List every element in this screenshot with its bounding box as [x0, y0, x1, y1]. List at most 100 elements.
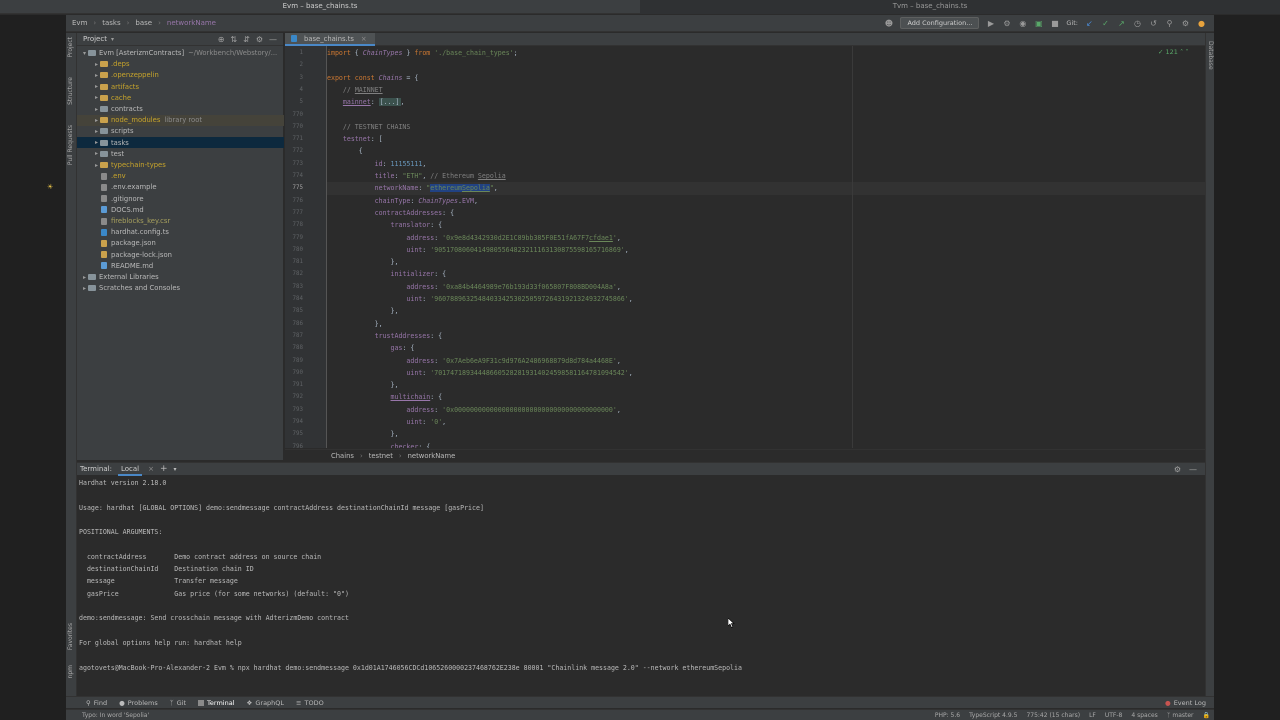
- code-line[interactable]: mainnet: [...],: [327, 96, 404, 108]
- code-line[interactable]: },: [327, 305, 399, 317]
- tree-item[interactable]: ▸ Scratches and Consoles: [77, 283, 284, 294]
- chevron-right-icon[interactable]: ▸: [93, 128, 100, 135]
- code-line[interactable]: },: [327, 318, 383, 330]
- nav-crumb-folder[interactable]: tasks: [102, 19, 120, 27]
- code-line[interactable]: address: '0x0000000000000000000000000000…: [327, 404, 620, 416]
- cursor-position[interactable]: 775:42 (15 chars): [1026, 712, 1080, 719]
- favorites-tool-tab[interactable]: Favorites: [67, 623, 74, 650]
- code-line[interactable]: chainType: ChainTypes.EVM,: [327, 195, 478, 207]
- chevron-down-icon[interactable]: ▾: [111, 36, 114, 43]
- close-icon[interactable]: ×: [361, 35, 367, 43]
- code-line[interactable]: // TESTNET CHAINS: [327, 121, 411, 133]
- tree-item[interactable]: ▸ tasks: [77, 137, 284, 149]
- code-line[interactable]: },: [327, 256, 399, 268]
- chevron-right-icon[interactable]: ▸: [93, 72, 100, 79]
- tree-item[interactable]: ▸ .deps: [77, 59, 284, 70]
- terminal-tool-button[interactable]: Terminal: [198, 699, 235, 707]
- code-line[interactable]: // MAINNET: [327, 84, 383, 96]
- structure-tool-tab[interactable]: Structure: [67, 77, 74, 105]
- status-message[interactable]: Typo: In word 'Sepolia': [82, 712, 149, 719]
- code-line[interactable]: uint: '960788963254840334253025059726431…: [327, 293, 632, 305]
- gear-icon[interactable]: ⚙: [256, 35, 263, 44]
- minimize-icon[interactable]: —: [1189, 465, 1197, 474]
- gear-icon[interactable]: ⚙: [1174, 465, 1181, 474]
- tree-item[interactable]: ▾ Evm [AsterizmContracts] ~/Workbench/Webs…: [77, 48, 284, 59]
- code-line[interactable]: initializer: {: [327, 268, 447, 280]
- code-line[interactable]: multichain: {: [327, 391, 443, 403]
- run-icon[interactable]: ▶: [986, 19, 995, 28]
- graphql-tool-button[interactable]: ❖ GraphQL: [247, 699, 285, 707]
- code-line[interactable]: {: [327, 145, 363, 157]
- problems-tool-button[interactable]: ● Problems: [119, 699, 158, 707]
- tree-item[interactable]: ▸ typechain-types: [77, 160, 284, 171]
- file-encoding[interactable]: UTF-8: [1105, 712, 1123, 719]
- tree-item[interactable]: ▸ External Libraries: [77, 272, 284, 283]
- git-tool-button[interactable]: ᛉ Git: [170, 699, 186, 707]
- code-line[interactable]: gas: {: [327, 342, 415, 354]
- breadcrumb-networkname[interactable]: networkName: [408, 452, 456, 460]
- close-icon[interactable]: ×: [148, 465, 154, 473]
- tree-item[interactable]: ▸ contracts: [77, 104, 284, 115]
- tree-item[interactable]: ▸ node_modules library root: [77, 114, 284, 126]
- todo-tool-button[interactable]: ≡ TODO: [296, 699, 324, 707]
- indent-setting[interactable]: 4 spaces: [1131, 712, 1157, 719]
- code-line[interactable]: networkName: "ethereumSepolia",: [327, 182, 498, 194]
- chevron-right-icon[interactable]: ▸: [93, 106, 100, 113]
- code-line[interactable]: export const Chains = {: [327, 72, 418, 84]
- pull-requests-tool-tab[interactable]: Pull Requests: [67, 125, 74, 165]
- nav-crumb-file[interactable]: base: [135, 19, 152, 27]
- nav-crumb-symbol[interactable]: networkName: [167, 19, 216, 27]
- chevron-right-icon[interactable]: ▸: [93, 94, 100, 101]
- breadcrumb-chains[interactable]: Chains: [331, 452, 354, 460]
- tree-item[interactable]: ▸ cache: [77, 92, 284, 103]
- chevron-right-icon[interactable]: ▸: [93, 83, 100, 90]
- git-branch[interactable]: ᛉ master: [1167, 712, 1194, 719]
- npm-tool-tab[interactable]: npm: [67, 665, 74, 678]
- chevron-right-icon[interactable]: ▸: [93, 117, 100, 124]
- chevron-down-icon[interactable]: ▾: [81, 50, 88, 57]
- git-push-icon[interactable]: ↗: [1117, 19, 1126, 28]
- code-line[interactable]: uint: '701747189344486605282819314024598…: [327, 367, 632, 379]
- tree-item[interactable]: ▸ artifacts: [77, 81, 284, 92]
- code-line[interactable]: address: '0x7Aeb6eA9F31c9d976A2486968879…: [327, 355, 620, 367]
- chevron-right-icon[interactable]: ▸: [93, 150, 100, 157]
- code-line[interactable]: uint: '0',: [327, 416, 446, 428]
- chevron-right-icon[interactable]: ▸: [93, 61, 100, 68]
- code-line[interactable]: trustAddresses: {: [327, 330, 443, 342]
- php-version[interactable]: PHP: 5.6: [935, 712, 960, 719]
- tree-item[interactable]: ▸ .openzeppelin: [77, 70, 284, 81]
- code-line[interactable]: import { ChainTypes } from './base_chain…: [327, 47, 518, 59]
- code-line[interactable]: address: '0x9e8d4342930d2E1C89bb385F0E51…: [327, 232, 620, 244]
- editor-tab-base-chains[interactable]: base_chains.ts ×: [285, 33, 375, 46]
- tree-item[interactable]: hardhat.config.ts: [77, 227, 284, 238]
- expand-all-icon[interactable]: ⇅: [230, 35, 237, 44]
- minimize-icon[interactable]: —: [269, 35, 277, 44]
- lightbulb-icon[interactable]: ☀: [47, 184, 53, 191]
- lock-icon[interactable]: 🔒: [1203, 712, 1210, 719]
- terminal-tab-local[interactable]: Local: [117, 463, 143, 476]
- coverage-icon[interactable]: ◉: [1018, 19, 1027, 28]
- git-commit-icon[interactable]: ✓: [1101, 19, 1110, 28]
- git-update-icon[interactable]: ↙: [1085, 19, 1094, 28]
- nav-crumb-project[interactable]: Evm: [72, 19, 87, 27]
- user-icon[interactable]: ☻: [884, 19, 893, 28]
- event-log-button[interactable]: ● Event Log: [1165, 699, 1214, 707]
- code-line[interactable]: title: "ETH", // Ethereum Sepolia: [327, 170, 506, 182]
- code-line[interactable]: },: [327, 379, 399, 391]
- tree-item[interactable]: package.json: [77, 238, 284, 249]
- tree-item[interactable]: fireblocks_key.csr: [77, 216, 284, 227]
- tree-item[interactable]: ▸ scripts: [77, 126, 284, 137]
- add-configuration-button[interactable]: Add Configuration...: [900, 17, 980, 29]
- tree-item[interactable]: package-lock.json: [77, 249, 284, 260]
- chevron-right-icon[interactable]: ▸: [81, 285, 88, 292]
- tree-item[interactable]: .env: [77, 171, 284, 182]
- code-line[interactable]: testnet: [: [327, 133, 383, 145]
- chevron-right-icon[interactable]: ▸: [81, 274, 88, 281]
- settings-icon[interactable]: ⚙: [1181, 19, 1190, 28]
- history-icon[interactable]: ◷: [1133, 19, 1142, 28]
- code-line[interactable]: address: '0xa84b4464989e76b193d33f065807…: [327, 281, 620, 293]
- terminal-output[interactable]: Hardhat version 2.18.0 Usage: hardhat [GL…: [77, 476, 1205, 696]
- code-line[interactable]: contractAddresses: {: [327, 207, 454, 219]
- stop-icon[interactable]: ■: [1050, 19, 1059, 28]
- typescript-version[interactable]: TypeScript 4.9.5: [969, 712, 1017, 719]
